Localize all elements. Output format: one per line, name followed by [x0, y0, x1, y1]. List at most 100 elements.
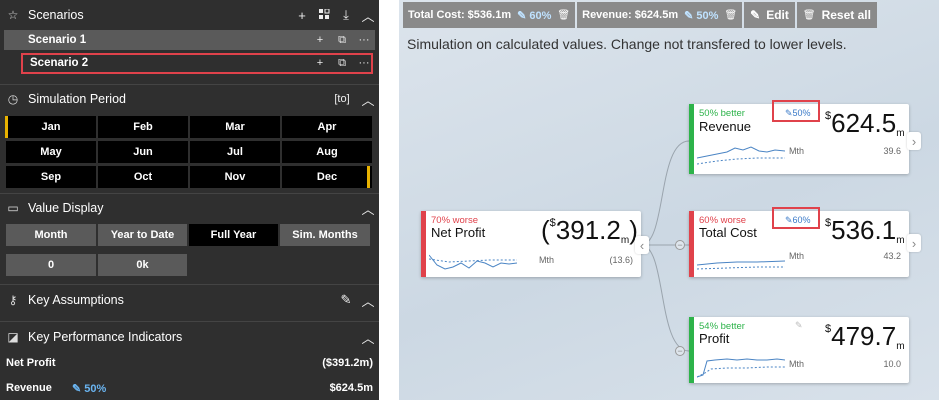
sim-months-option[interactable]: Sim. Months — [280, 224, 370, 246]
card-value: ($391.2m) — [541, 215, 638, 246]
month-grid: Jan Feb Mar Apr May Jun Jul Aug Sep Oct … — [6, 116, 372, 188]
ytd-option[interactable]: Year to Date — [98, 224, 187, 246]
month-feb[interactable]: Feb — [98, 116, 188, 138]
sparkline — [697, 146, 785, 165]
left-panel: ☆ Scenarios + ⤓ ︿ Scenario 1 + ⧉ ··· Sce… — [0, 0, 379, 400]
profit-card[interactable]: 54% better Profit ✎ $479.7m Mth 10.0 — [689, 317, 909, 383]
panel-divider[interactable] — [379, 0, 399, 400]
unit-field[interactable]: 0k — [98, 254, 187, 276]
edit-list-icon[interactable]: ✎ — [335, 292, 357, 308]
card-name: Total Cost — [699, 225, 757, 240]
collapse-icon[interactable]: ︿ — [357, 291, 379, 310]
more-icon[interactable]: ··· — [353, 34, 375, 46]
card-name: Profit — [699, 331, 730, 346]
grid-icon[interactable] — [313, 8, 335, 23]
card-period: Mth — [789, 251, 805, 261]
divider — [0, 284, 379, 285]
scenario-name: Scenario 1 — [28, 34, 87, 46]
kpi-value: ($391.2m) — [322, 357, 373, 369]
card-period: Mth — [539, 255, 555, 265]
value-display-header: ▭ Value Display ︿ — [0, 194, 379, 222]
value-display-title: Value Display — [28, 201, 104, 215]
status-bar — [689, 104, 694, 174]
star-icon: ☆ — [7, 8, 19, 22]
card-status: 50% better — [699, 108, 745, 119]
full-year-option[interactable]: Full Year — [189, 224, 278, 246]
collapse-chevron-icon[interactable]: ‹ — [635, 236, 649, 254]
kpi-change-pct: 50% — [84, 382, 107, 395]
month-option[interactable]: Month — [6, 224, 96, 246]
kpi-value: $624.5m — [329, 382, 373, 394]
copy-icon[interactable]: ⧉ — [331, 34, 353, 47]
sparkline — [429, 254, 517, 270]
simulation-canvas: Total Cost: $536.1m ✎ 60% 🗑 Revenue: $62… — [399, 0, 939, 400]
month-jul[interactable]: Jul — [190, 141, 280, 163]
value-unit: m — [896, 341, 905, 352]
card-name: Revenue — [699, 119, 752, 134]
month-oct[interactable]: Oct — [98, 166, 188, 188]
expand-chevron-icon[interactable]: › — [907, 234, 921, 252]
card-value: $479.7m — [825, 321, 905, 352]
minus-circle-icon[interactable]: − — [675, 240, 685, 250]
month-mar[interactable]: Mar — [190, 116, 280, 138]
kpi-row[interactable]: Net Profit ($391.2m) — [0, 353, 379, 373]
card-tail: 10.0 — [883, 359, 901, 369]
highlight-box — [772, 207, 820, 229]
month-dec[interactable]: Dec — [282, 166, 372, 188]
scenarios-title: Scenarios — [28, 8, 84, 22]
kpi-row[interactable]: Revenue ✎ 50% $624.5m — [0, 378, 379, 398]
month-apr[interactable]: Apr — [282, 116, 372, 138]
value-prefix: ( — [541, 215, 550, 245]
kpi-title: Key Performance Indicators — [28, 330, 183, 344]
download-icon[interactable]: ⤓ — [335, 7, 357, 23]
month-nov[interactable]: Nov — [190, 166, 280, 188]
range-end-marker — [367, 166, 370, 188]
decimals-field[interactable]: 0 — [6, 254, 96, 276]
kpi-header[interactable]: ◪ Key Performance Indicators ︿ — [0, 323, 379, 351]
edit-icon[interactable]: ✎ — [795, 320, 803, 331]
value-currency: $ — [825, 217, 832, 229]
sparkline — [697, 260, 785, 270]
card-name: Net Profit — [431, 225, 486, 240]
card-period: Mth — [789, 146, 805, 156]
collapse-icon[interactable]: ︿ — [357, 6, 379, 25]
kpi-label: Net Profit — [6, 357, 56, 369]
status-bar — [689, 317, 694, 383]
card-tail: (13.6) — [609, 255, 633, 265]
value-unit: m — [896, 235, 905, 246]
range-start-marker — [5, 116, 8, 138]
card-value: $624.5m — [825, 108, 905, 139]
add-icon[interactable]: + — [309, 34, 331, 46]
value-currency: $ — [825, 323, 832, 335]
kpi-label: Revenue — [6, 382, 52, 394]
expand-chevron-icon[interactable]: › — [907, 132, 921, 150]
scenario-row[interactable]: Scenario 1 + ⧉ ··· — [4, 30, 375, 50]
scenarios-header: ☆ Scenarios + ⤓ ︿ — [0, 1, 379, 29]
key-icon: ⚷ — [8, 293, 18, 307]
value-display-options: Month Year to Date Full Year Sim. Months — [6, 224, 372, 246]
add-scenario-icon[interactable]: + — [291, 8, 313, 23]
month-aug[interactable]: Aug — [282, 141, 372, 163]
value-currency: $ — [549, 217, 556, 229]
collapse-icon[interactable]: ︿ — [357, 199, 379, 218]
value-number: 479.7 — [831, 321, 897, 351]
simulation-period-title: Simulation Period — [28, 92, 126, 106]
clock-icon: ◷ — [7, 92, 19, 106]
collapse-icon[interactable]: ︿ — [357, 90, 379, 109]
collapse-icon[interactable]: ︿ — [357, 328, 379, 347]
value-display-fields: 0 0k — [6, 254, 372, 276]
simulation-period-header: ◷ Simulation Period [to] ︿ — [0, 85, 379, 113]
month-jun[interactable]: Jun — [98, 141, 188, 163]
minus-circle-icon[interactable]: − — [675, 346, 685, 356]
to-toggle[interactable]: [to] — [327, 93, 357, 105]
net-profit-card[interactable]: 70% worse Net Profit ($391.2m) Mth (13.6… — [421, 211, 641, 277]
card-value: $536.1m — [825, 215, 905, 246]
month-sep[interactable]: Sep — [6, 166, 96, 188]
kpi-change: ✎ 50% — [72, 382, 107, 395]
highlight-box — [772, 100, 820, 122]
key-assumptions-header[interactable]: ⚷ Key Assumptions ✎ ︿ — [0, 286, 379, 314]
month-may[interactable]: May — [6, 141, 96, 163]
value-unit: m — [896, 128, 905, 139]
month-jan[interactable]: Jan — [6, 116, 96, 138]
card-period: Mth — [789, 359, 805, 369]
